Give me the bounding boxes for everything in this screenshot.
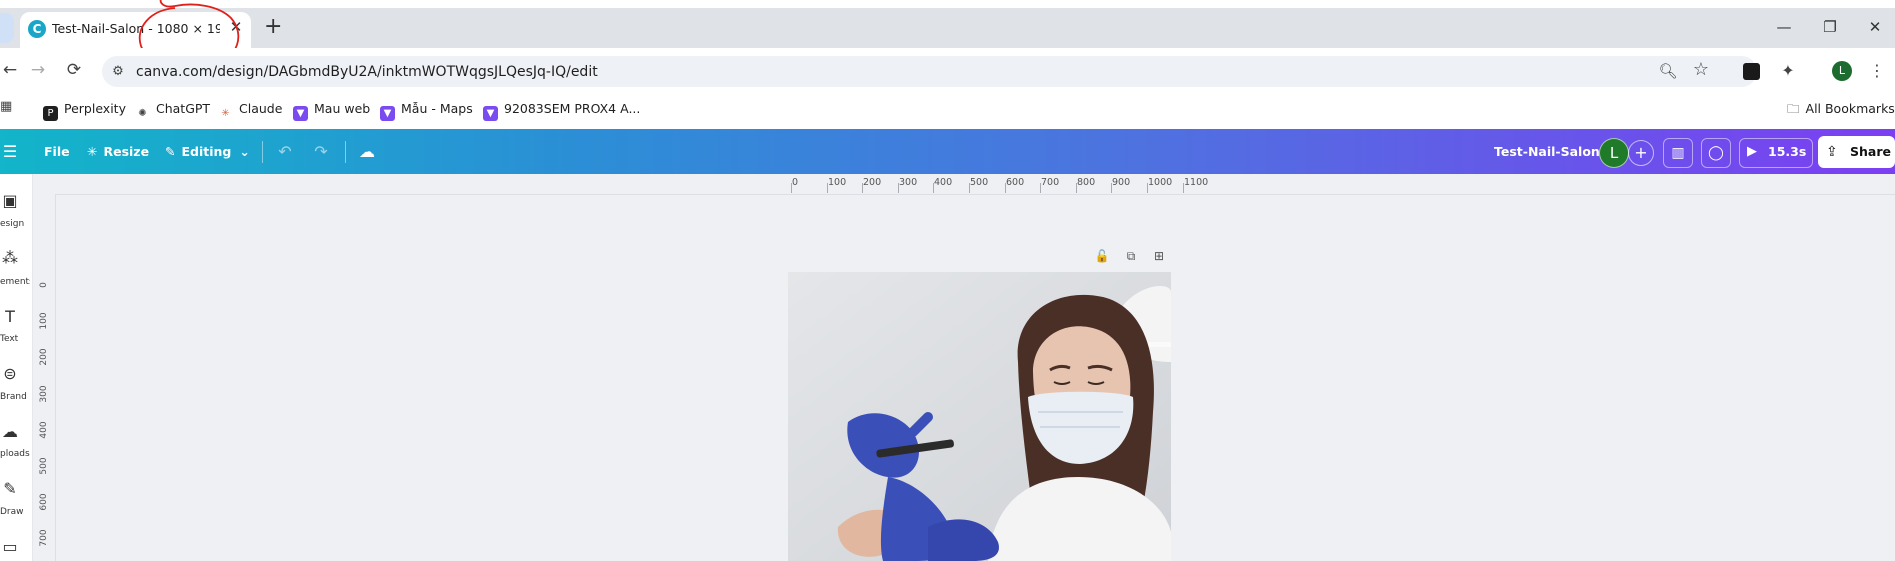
tab-close-icon[interactable]: ✕ <box>229 18 243 36</box>
restore-button[interactable]: ❐ <box>1810 16 1850 38</box>
bookmark-claude[interactable]: ✳ Claude <box>218 98 282 120</box>
perplexity-icon: P <box>43 106 58 121</box>
draw-icon[interactable]: ✎ <box>0 478 20 500</box>
minimize-button[interactable]: — <box>1764 16 1804 38</box>
nail-technician-photo <box>788 272 1171 561</box>
bookmark-app-icon: ▼ <box>483 106 498 121</box>
redo-icon[interactable]: ↷ <box>311 142 331 162</box>
insights-chart-icon[interactable]: ▥ <box>1663 138 1693 168</box>
magic-sparkle-icon: ✳ <box>87 144 98 159</box>
bookmark-chatgpt[interactable]: ✺ ChatGPT <box>135 98 210 120</box>
play-icon: ▶ <box>1747 144 1757 159</box>
sidebar-item-text-label[interactable]: Text <box>0 333 30 345</box>
design-page-photo[interactable] <box>788 272 1171 561</box>
folder-icon: 🗀 <box>1787 101 1800 116</box>
ruler-left-label: 300 <box>39 385 49 403</box>
add-page-icon[interactable]: ⊞ <box>1150 248 1168 264</box>
bookmark-perplexity[interactable]: P Perplexity <box>43 98 126 121</box>
apps-grid-icon[interactable]: ▦ <box>0 100 14 114</box>
more-menu-icon[interactable]: ⋮ <box>1869 60 1885 82</box>
ruler-horizontal <box>33 174 1895 195</box>
bookmark-mau-maps[interactable]: ▼ Mẫu - Maps <box>380 98 473 121</box>
ruler-left-label: 500 <box>39 457 49 475</box>
all-bookmarks-button[interactable]: 🗀 All Bookmarks <box>1787 98 1895 120</box>
window-close-button[interactable]: ✕ <box>1855 16 1895 38</box>
uploads-cloud-icon[interactable]: ☁ <box>0 421 20 443</box>
design-title[interactable]: Test-Nail-Salon <box>1494 142 1600 162</box>
elements-icon[interactable]: ⁂ <box>0 247 20 269</box>
ruler-left-label: 400 <box>39 421 49 439</box>
share-upload-icon: ⇪ <box>1826 144 1838 160</box>
ruler-left-label: 100 <box>39 312 49 330</box>
ruler-top-label: 200 <box>863 177 882 188</box>
ruler-top-label: 900 <box>1112 177 1131 188</box>
chevron-down-icon: ⌄ <box>239 144 250 159</box>
reload-icon[interactable]: ⟳ <box>64 60 84 80</box>
text-icon[interactable]: T <box>0 306 20 328</box>
cloud-save-icon[interactable]: ☁ <box>357 142 377 162</box>
ruler-top-label: 400 <box>934 177 953 188</box>
editing-mode-button[interactable]: ✎ Editing ⌄ <box>165 142 250 162</box>
brand-icon[interactable]: ⊜ <box>0 363 20 385</box>
bookmarks-bar <box>0 92 1895 130</box>
undo-icon[interactable]: ↶ <box>275 142 295 162</box>
ruler-left-label: 700 <box>39 529 49 547</box>
comment-icon[interactable]: ◯ <box>1701 138 1731 168</box>
canva-favicon-icon: C <box>28 20 46 38</box>
projects-folder-icon[interactable]: ▭ <box>0 536 20 558</box>
sidebar-item-elements-label[interactable]: ements <box>0 276 30 288</box>
ruler-top-label: 1000 <box>1148 177 1173 188</box>
profile-avatar[interactable]: L <box>1832 61 1852 81</box>
sidebar-item-brand-label[interactable]: Brand <box>0 391 30 403</box>
present-duration: 15.3s <box>1768 144 1807 159</box>
lock-icon[interactable]: 🔓 <box>1093 248 1111 264</box>
new-tab-button[interactable]: + <box>264 16 282 38</box>
ruler-top-label: 500 <box>970 177 989 188</box>
url-text[interactable]: canva.com/design/DAGbmdByU2A/inktmWOTWqg… <box>136 62 736 82</box>
sidebar-item-uploads-label[interactable]: ploads <box>0 448 30 460</box>
ruler-left-label: 200 <box>39 348 49 366</box>
main-menu-icon[interactable]: ☰ <box>0 142 20 162</box>
pencil-icon: ✎ <box>165 144 176 159</box>
ruler-top-label: 100 <box>828 177 847 188</box>
user-avatar[interactable]: L <box>1599 138 1629 168</box>
forward-icon[interactable]: → <box>28 60 48 80</box>
duplicate-icon[interactable]: ⧉ <box>1122 248 1140 264</box>
tab-title: Test-Nail-Salon - 1080 × 1920p <box>52 21 220 36</box>
bookmark-star-icon[interactable]: ☆ <box>1691 60 1711 80</box>
invite-button[interactable]: + <box>1628 140 1654 166</box>
file-menu-button[interactable]: File <box>44 142 70 162</box>
bookmark-mau-web[interactable]: ▼ Mau web <box>293 98 370 121</box>
extension-icon[interactable] <box>1743 63 1760 80</box>
chatgpt-icon: ✺ <box>138 108 147 119</box>
ruler-left-label: 600 <box>39 493 49 511</box>
browser-top-strip <box>0 0 1895 8</box>
ruler-top-label: 300 <box>899 177 918 188</box>
sidebar-item-design-label[interactable]: esign <box>0 218 30 230</box>
ruler-left-label: 0 <box>39 282 49 288</box>
resize-button[interactable]: ✳ Resize <box>87 142 149 162</box>
bookmark-app-icon: ▼ <box>380 106 395 121</box>
claude-icon: ✳ <box>221 108 230 119</box>
design-icon[interactable]: ▣ <box>0 190 20 212</box>
site-settings-icon[interactable]: ⚙ <box>108 62 128 82</box>
header-divider <box>345 141 346 163</box>
ruler-top-label: 800 <box>1077 177 1096 188</box>
browser-tab-bar <box>0 8 1895 48</box>
sidebar-item-draw-label[interactable]: Draw <box>0 506 30 518</box>
extensions-puzzle-icon[interactable]: ✦ <box>1777 60 1799 82</box>
ruler-top-label: 700 <box>1041 177 1060 188</box>
ruler-top-label: 0 <box>792 177 799 188</box>
header-divider <box>262 141 263 163</box>
zoom-icon[interactable]: 🔍︎ <box>1658 61 1678 81</box>
ruler-top-label: 1100 <box>1184 177 1209 188</box>
share-label: Share <box>1850 144 1891 159</box>
back-icon[interactable]: ← <box>0 60 20 80</box>
bookmark-92083sem[interactable]: ▼ 92083SEM PROX4 A... <box>483 98 640 121</box>
tab-previous-stub[interactable] <box>0 13 14 43</box>
bookmark-app-icon: ▼ <box>293 106 308 121</box>
ruler-top-label: 600 <box>1006 177 1025 188</box>
